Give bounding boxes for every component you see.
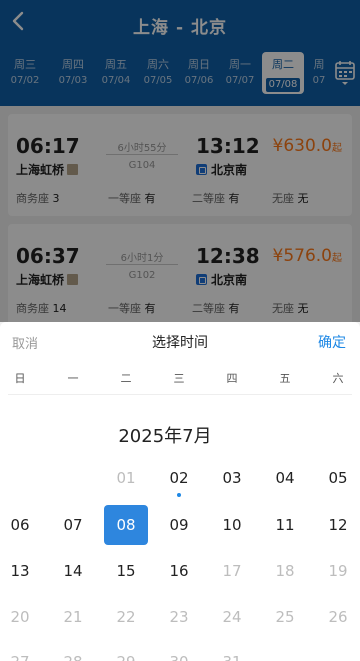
day-cell: 22	[116, 608, 136, 626]
day-cell: 20	[10, 608, 30, 626]
day-cell[interactable]: 13	[0, 551, 42, 591]
day-cell[interactable]: 10	[210, 505, 254, 545]
weekday-label: 五	[279, 372, 291, 385]
day-cell[interactable]: 07	[51, 505, 95, 545]
day-cell[interactable]: 14	[51, 551, 95, 591]
day-cell: 29	[104, 642, 148, 661]
weekday-label: 日	[14, 372, 26, 385]
day-cell: 26	[328, 608, 348, 626]
day-cell[interactable]: 06	[0, 505, 42, 545]
today-marker	[177, 493, 181, 497]
page: 上海 - 北京 周三 07/02 周四 07/03 周五 07/04 周六 07/05 …	[0, 0, 360, 661]
day-cell: 17	[222, 562, 242, 580]
weekday-label: 一	[67, 372, 79, 385]
picker-title: 选择时间	[152, 335, 208, 351]
divider	[8, 394, 352, 395]
day-cell: 31	[210, 642, 254, 661]
day-cell[interactable]: 03	[210, 458, 254, 498]
day-cell: 25	[275, 608, 295, 626]
day-cell[interactable]: 12	[316, 505, 360, 545]
day-cell: 18	[275, 562, 295, 580]
day-cell[interactable]: 02	[157, 458, 201, 498]
day-cell: 27	[0, 642, 42, 661]
day-cell[interactable]: 15	[104, 551, 148, 591]
weekday-label: 三	[173, 372, 185, 385]
modal-overlay[interactable]	[0, 0, 360, 322]
day-cell: 01	[116, 469, 136, 487]
day-cell[interactable]: 16	[157, 551, 201, 591]
confirm-button[interactable]: 确定	[318, 332, 346, 352]
weekday-header: 日 一 二 三 四 五 六	[0, 370, 360, 388]
day-cell: 28	[51, 642, 95, 661]
day-cell[interactable]: 11	[263, 505, 307, 545]
day-cell[interactable]: 05	[316, 458, 360, 498]
day-cell[interactable]: 09	[157, 505, 201, 545]
month-label: 2025年7月	[118, 426, 212, 447]
weekday-label: 二	[120, 372, 132, 385]
day-cell: 23	[169, 608, 189, 626]
weekday-label: 六	[332, 372, 344, 385]
day-cell[interactable]: 04	[263, 458, 307, 498]
date-picker-sheet: 取消 选择时间 确定 日 一 二 三 四 五 六 2025年7月 01 02 03 0…	[0, 322, 360, 661]
day-cell: 24	[222, 608, 242, 626]
weekday-label: 四	[226, 372, 238, 385]
day-cell: 30	[157, 642, 201, 661]
day-cell: 19	[328, 562, 348, 580]
day-cell: 21	[63, 608, 83, 626]
day-cell-selected[interactable]: 08	[104, 505, 148, 545]
